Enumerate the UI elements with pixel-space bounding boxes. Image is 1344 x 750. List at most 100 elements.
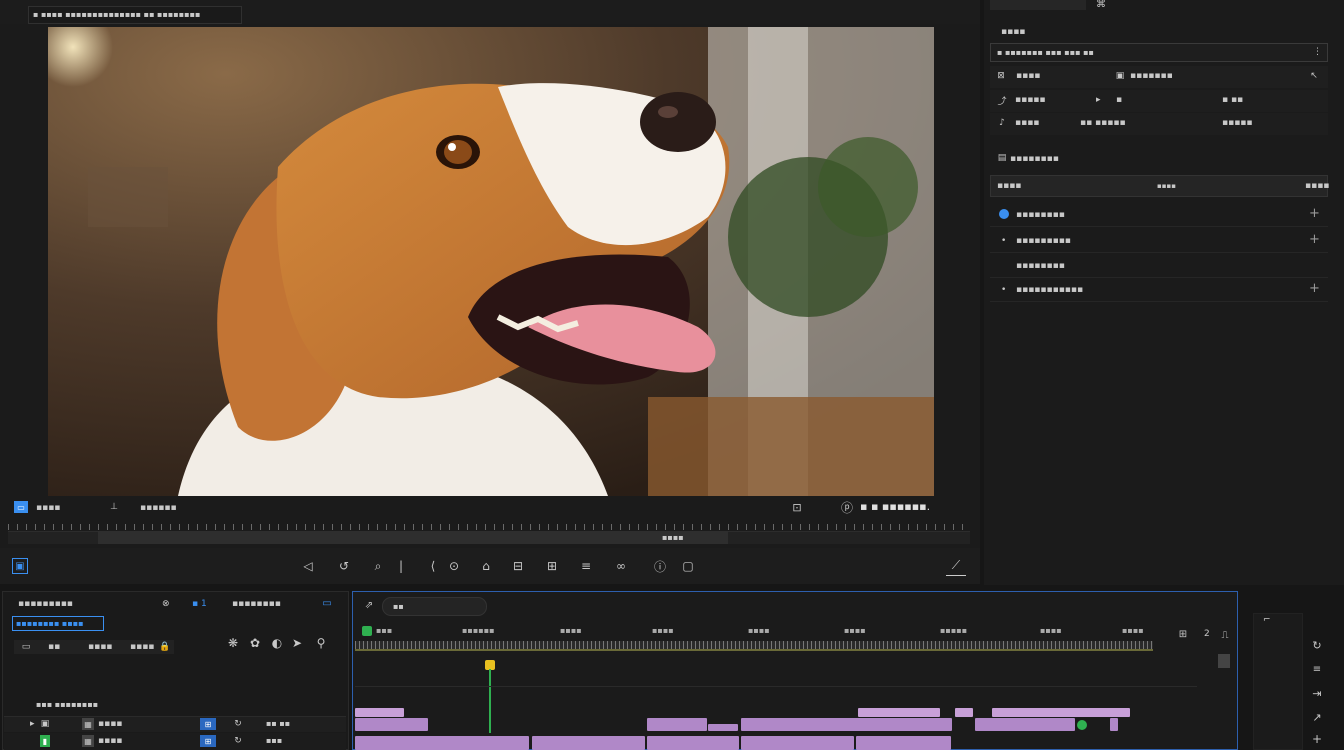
scrub-range[interactable]: [98, 531, 728, 544]
clip-icon: ▭: [21, 642, 31, 652]
info-icon[interactable]: ⓘ: [652, 558, 668, 574]
path-field[interactable]: ▪ ▪▪▪▪▪▪▪ ▪▪▪ ▪▪▪ ▪▪ ⋮: [990, 43, 1328, 62]
grid-icon[interactable]: ⊞: [544, 558, 560, 574]
overwrite-icon[interactable]: ⊟: [510, 558, 526, 574]
track-2-value: ▪▪▪: [266, 736, 283, 745]
track-row-2[interactable]: [4, 733, 346, 750]
sync-2-icon[interactable]: ↻: [232, 735, 244, 747]
add-effect-2-icon[interactable]: +: [1309, 232, 1320, 247]
panel-tab-strip[interactable]: [990, 0, 1086, 10]
clip[interactable]: [741, 718, 952, 731]
transform-icon[interactable]: ▣: [1114, 70, 1126, 82]
effect-2-label: ▪▪▪▪▪▪▪▪▪: [1016, 236, 1071, 246]
more-icon[interactable]: ⋮: [1313, 46, 1322, 58]
tick-9: ▪▪▪▪: [1122, 626, 1144, 635]
section-title: ▪▪▪▪: [1001, 27, 1026, 37]
add-effect-4-icon[interactable]: +: [1309, 281, 1320, 296]
new-bin-icon[interactable]: ▭: [320, 597, 334, 609]
clip[interactable]: [355, 736, 529, 750]
tick-3: ▪▪▪▪: [560, 626, 582, 635]
filter-field[interactable]: ▪▪▪▪▪▪▪▪ ▪▪▪▪: [12, 616, 104, 631]
track-1-name: ▪▪▪▪: [98, 719, 123, 729]
toggle-2-icon[interactable]: ⊞: [200, 735, 216, 747]
clip[interactable]: [355, 708, 404, 717]
expand-icon[interactable]: ▸: [1096, 94, 1101, 106]
track-select-icon[interactable]: ▭: [14, 501, 28, 513]
tick-8: ▪▪▪▪: [1040, 626, 1062, 635]
clip[interactable]: [532, 736, 645, 750]
video-preview[interactable]: [48, 27, 934, 496]
clip[interactable]: [647, 736, 739, 750]
keyframe-icon[interactable]: [1077, 720, 1087, 730]
add-effect-1-icon[interactable]: +: [1309, 206, 1320, 221]
track-tool-icon[interactable]: ≡: [1310, 662, 1324, 676]
effects-heading: ▪▪▪▪▪▪▪▪: [1010, 154, 1059, 164]
mark-in-icon[interactable]: ⟨: [425, 558, 441, 574]
vertical-scroll[interactable]: [1218, 654, 1230, 668]
audio-icon[interactable]: ♪: [996, 117, 1008, 129]
zoom-label[interactable]: ▪▪▪▪▪▪: [140, 502, 177, 514]
camera-icon[interactable]: ▢: [680, 558, 696, 574]
zoom-fit-icon[interactable]: ⊞: [1176, 628, 1190, 640]
in-point-icon[interactable]: [362, 626, 372, 636]
link-icon[interactable]: ∞: [612, 558, 630, 574]
clip[interactable]: [858, 708, 940, 717]
safe-margin-icon[interactable]: ⊡: [788, 500, 806, 514]
clip[interactable]: [708, 724, 738, 731]
scrub-label: ▪▪▪▪: [662, 533, 684, 542]
redo-icon[interactable]: ↻: [1310, 638, 1324, 652]
wave-icon[interactable]: ⎍: [1218, 628, 1232, 642]
clip[interactable]: [992, 708, 1130, 717]
export-frame-icon[interactable]: ▣: [12, 558, 28, 574]
playhead-line: [489, 669, 491, 733]
clip[interactable]: [975, 718, 1075, 731]
sync-1-icon[interactable]: ↻: [232, 718, 244, 730]
thumb-icon: ▦: [82, 718, 94, 730]
toggle-1-icon[interactable]: ⊞: [200, 718, 216, 730]
divider-icon: |: [398, 559, 404, 573]
effect-1-label: ▪▪▪▪▪▪▪▪: [1016, 210, 1065, 220]
timeline-ruler[interactable]: [355, 641, 1153, 651]
track-separator: [355, 686, 1197, 687]
transition-icon[interactable]: ➤: [290, 636, 304, 650]
color-icon[interactable]: ✿: [248, 636, 262, 650]
prop-row-3[interactable]: [990, 113, 1328, 135]
panel-menu-icon[interactable]: ⌘: [1094, 0, 1108, 10]
audio-fx-icon[interactable]: ◐: [270, 636, 284, 650]
play-icon[interactable]: ⊙: [446, 558, 462, 574]
marker-icon[interactable]: ⚲: [314, 636, 328, 650]
audio-track-icon[interactable]: ▮: [40, 735, 50, 747]
project-icon[interactable]: ⊗: [162, 598, 170, 610]
time-ruler[interactable]: [8, 524, 970, 530]
video-track-icon[interactable]: ▣: [40, 718, 50, 730]
hand-icon[interactable]: +: [1310, 732, 1324, 746]
razor-icon[interactable]: ↗: [1310, 710, 1324, 724]
lock-icon[interactable]: 🔒: [159, 641, 170, 653]
zoom-icon[interactable]: ⌕: [370, 558, 386, 574]
path-field-value: ▪ ▪▪▪▪▪▪▪ ▪▪▪ ▪▪▪ ▪▪: [997, 48, 1094, 57]
fx-icon[interactable]: ❋: [226, 636, 240, 650]
pointer-icon[interactable]: ↖: [1308, 70, 1320, 82]
ripple-icon[interactable]: ⇥: [1310, 686, 1324, 700]
timeline-search[interactable]: ▪▪: [382, 597, 487, 616]
motion-icon[interactable]: ⤴: [996, 94, 1008, 107]
clip[interactable]: [955, 708, 973, 717]
step-back-icon[interactable]: ◁: [300, 558, 316, 574]
insert-icon[interactable]: ⌂: [478, 558, 494, 574]
track-expand-icon[interactable]: ▸: [30, 718, 35, 730]
sequence-tab[interactable]: ▪ ▪▪▪▪ ▪▪▪▪▪▪▪▪▪▪▪▪▪▪ ▪▪ ▪▪▪▪▪▪▪▪: [28, 6, 242, 24]
undo-icon[interactable]: ↺: [336, 558, 352, 574]
bullet-icon: •: [1001, 285, 1007, 295]
clip[interactable]: [1110, 718, 1118, 731]
snap-icon[interactable]: ⇗: [362, 598, 376, 612]
fullscreen-icon[interactable]: ⟋: [946, 556, 966, 576]
clip[interactable]: [741, 736, 854, 750]
clip[interactable]: [355, 718, 428, 731]
clip[interactable]: [647, 718, 707, 731]
crop-icon[interactable]: ⊠: [995, 70, 1007, 82]
clip[interactable]: [856, 736, 951, 750]
list-icon[interactable]: ≡: [578, 558, 594, 574]
pin-icon[interactable]: ⊥: [108, 501, 120, 513]
settings-icon[interactable]: ⓟ: [840, 500, 854, 515]
track-row-1[interactable]: [4, 716, 346, 732]
